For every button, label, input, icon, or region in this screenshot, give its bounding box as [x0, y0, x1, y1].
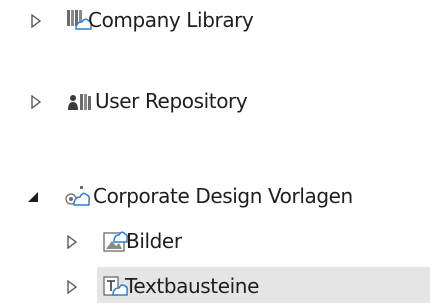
tree-item-label: Company Library [88, 8, 254, 32]
expand-arrow-icon[interactable] [30, 95, 42, 109]
expand-arrow-icon[interactable] [30, 14, 42, 28]
tree-item-label: Textbausteine [125, 274, 259, 298]
tree-item-label: Corporate Design Vorlagen [93, 184, 353, 208]
template-folder-icon [64, 183, 90, 209]
image-folder-icon [102, 228, 128, 254]
user-repository-icon [66, 88, 92, 114]
tree-item-textbausteine[interactable]: Textbausteine [0, 267, 430, 304]
collapse-arrow-icon[interactable] [27, 190, 39, 204]
expand-arrow-icon[interactable] [66, 280, 78, 294]
tree-item-label: Bilder [126, 229, 182, 253]
tree-item-label: User Repository [95, 89, 248, 113]
expand-arrow-icon[interactable] [66, 235, 78, 249]
